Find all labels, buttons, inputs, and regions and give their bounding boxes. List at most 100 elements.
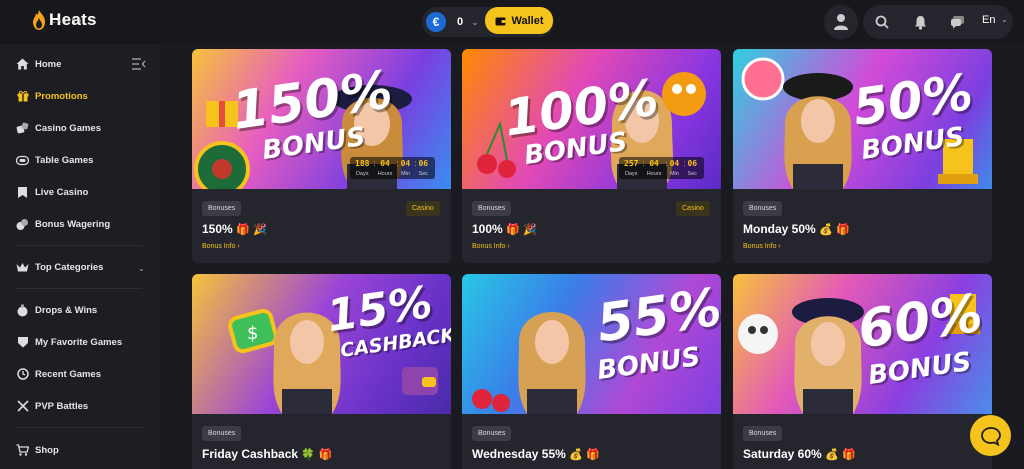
promo-banner[interactable]: 50% BONUS — [733, 49, 992, 189]
promo-card[interactable]: 60% BONUS Bonuses Saturday 60% 💰 🎁 — [733, 274, 992, 469]
top-bar: Heats CASINO € 0 ⌄ Wallet En ⌄ — [0, 0, 1024, 44]
promo-banner[interactable]: 150% BONUS 188 Days: 04 Hours: 04 Min: 06 Se… — [192, 49, 451, 189]
wallet-button[interactable]: Wallet — [485, 7, 553, 34]
bonus-info-label: Bonus Info — [743, 243, 777, 250]
promo-title-text: Monday 50% — [743, 222, 816, 236]
chat-icon — [980, 426, 1001, 446]
timer-label: Sec — [687, 171, 698, 177]
clock-icon — [16, 368, 29, 381]
timer-days: 188 — [355, 159, 370, 168]
promo-title: Saturday 60% 💰 🎁 — [743, 447, 856, 461]
timer-label: Hours — [646, 171, 662, 177]
mascot-icon — [662, 72, 706, 116]
divider — [16, 427, 142, 428]
promo-card[interactable]: 150% BONUS 188 Days: 04 Hours: 04 Min: 06 Se… — [192, 49, 451, 263]
gift-emoji-icon: 🎁 — [586, 449, 600, 461]
timer-days: 257 — [624, 159, 639, 168]
collapse-menu-icon[interactable] — [132, 58, 146, 70]
promo-banner[interactable]: 100% BONUS 257 Days: 04 Hours: 04 Min: 06 Se… — [462, 49, 721, 189]
promo-title-text: 100% — [472, 222, 503, 236]
wallet-label: Wallet — [511, 14, 544, 27]
sidebar-item-promotions[interactable]: Promotions — [16, 86, 88, 106]
sidebar-item-pvp-battles[interactable]: PVP Battles — [16, 396, 88, 416]
messages-icon — [950, 16, 964, 29]
sidebar-item-label: Live Casino — [35, 186, 89, 198]
timer-label: Hours — [377, 171, 393, 177]
sidebar-item-bonus-wagering[interactable]: Bonus Wagering — [16, 214, 110, 234]
gift-icon — [16, 90, 29, 103]
promo-title-text: Saturday 60% — [743, 447, 822, 461]
sidebar-item-drops-wins[interactable]: Drops & Wins — [16, 300, 97, 320]
gift-emoji-icon: 🎁 — [318, 449, 333, 461]
sidebar-item-label: Promotions — [35, 90, 88, 102]
bonus-info-link[interactable]: Bonus Info › — [472, 243, 510, 250]
category-tag: Bonuses — [472, 201, 512, 216]
language-selector[interactable]: En — [982, 14, 995, 26]
promo-title: Friday Cashback 🍀 🎁 — [202, 447, 332, 461]
user-icon — [834, 14, 848, 30]
sidebar-item-top-categories[interactable]: Top Categories — [16, 257, 103, 277]
timer-min: 04 — [669, 159, 680, 168]
promo-banner[interactable]: 55% BONUS — [462, 274, 721, 414]
sidebar-item-label: Shop — [35, 444, 59, 456]
timer-label: Sec — [418, 171, 429, 177]
promo-card[interactable]: 100% BONUS 257 Days: 04 Hours: 04 Min: 06 Se… — [462, 49, 721, 263]
live-icon — [16, 186, 29, 199]
profile-button[interactable] — [824, 5, 858, 39]
sidebar-item-table-games[interactable]: Table Games — [16, 150, 93, 170]
promo-title: Wednesday 55% 💰 🎁 — [472, 447, 600, 461]
sidebar-item-shop[interactable]: Shop — [16, 440, 59, 460]
promo-banner[interactable]: $ 15% CASHBACK — [192, 274, 451, 414]
home-icon — [16, 58, 29, 71]
sidebar-item-casino-games[interactable]: Casino Games — [16, 118, 101, 138]
timer-hours: 04 — [380, 159, 390, 168]
casino-tag: Casino — [406, 201, 440, 216]
bonus-info-label: Bonus Info — [202, 243, 236, 250]
sidebar-item-favorite-games[interactable]: My Favorite Games — [16, 332, 122, 352]
timer-label: Min — [669, 171, 679, 177]
timer-sec: 06 — [687, 159, 698, 168]
promo-title: 100% 🎁 🎉 — [472, 222, 537, 236]
party-emoji-icon: 🎉 — [523, 224, 537, 236]
chevron-down-icon: ⌄ — [138, 264, 145, 273]
category-tag: Bonuses — [472, 426, 512, 441]
sidebar-item-label: Home — [35, 58, 62, 70]
chat-rooms-button[interactable] — [942, 7, 972, 37]
sidebar-item-label: Drops & Wins — [35, 304, 98, 316]
sidebar-item-label: Top Categories — [35, 261, 104, 273]
sidebar-item-label: Bonus Wagering — [35, 218, 111, 230]
promo-title-text: Wednesday 55% — [472, 447, 566, 461]
party-emoji-icon: 🎉 — [253, 224, 267, 236]
sidebar: Home Promotions Casino Games Table Games… — [0, 44, 160, 469]
sidebar-item-live-casino[interactable]: Live Casino — [16, 182, 88, 202]
promo-card[interactable]: $ 15% CASHBACK Bonuses Friday Cashback 🍀… — [192, 274, 451, 469]
flame-icon — [33, 10, 45, 30]
roulette-icon — [194, 141, 250, 189]
bonus-info-label: Bonus Info — [472, 243, 506, 250]
timer-label: Days — [624, 171, 638, 177]
money-bag-emoji-icon: 💰 — [819, 224, 833, 236]
timer-min: 04 — [400, 159, 411, 168]
bonus-info-link[interactable]: Bonus Info › — [202, 243, 240, 250]
drops-icon — [16, 304, 29, 317]
balance-value: 0 — [457, 16, 464, 28]
category-tag: Bonuses — [202, 426, 242, 441]
countdown-timer: 188 Days: 04 Hours: 04 Min: 06 Sec — [350, 157, 436, 179]
table-icon — [16, 154, 29, 167]
sidebar-item-home[interactable]: Home — [16, 54, 61, 74]
swords-icon — [16, 400, 29, 413]
timer-hours: 04 — [649, 159, 659, 168]
sidebar-item-recent-games[interactable]: Recent Games — [16, 364, 101, 384]
sidebar-item-label: Recent Games — [35, 368, 102, 380]
promo-banner[interactable]: 60% BONUS — [733, 274, 992, 414]
money-bag-emoji-icon: 💰 — [569, 449, 583, 461]
notifications-button[interactable] — [905, 7, 935, 37]
sidebar-item-label: Table Games — [35, 154, 94, 166]
promo-card[interactable]: 55% BONUS Bonuses Wednesday 55% 💰 🎁 — [462, 274, 721, 469]
hostess-image — [518, 312, 586, 414]
live-chat-button[interactable] — [970, 415, 1011, 456]
countdown-timer: 257 Days: 04 Hours: 04 Min: 06 Sec — [619, 157, 705, 179]
bonus-info-link[interactable]: Bonus Info › — [743, 243, 781, 250]
search-button[interactable] — [867, 7, 897, 37]
promo-card[interactable]: 50% BONUS Bonuses Monday 50% 💰 🎁 Bonus I… — [733, 49, 992, 263]
